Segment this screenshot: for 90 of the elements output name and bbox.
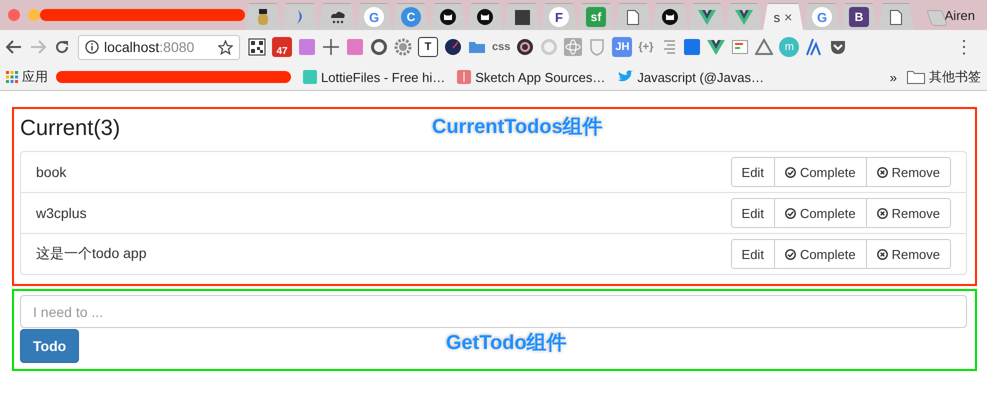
letter-icon: G [364,7,384,27]
bookmark-link[interactable]: Sketch App Sources… [475,70,606,84]
todo-text: 这是一个todo app [36,245,146,263]
note-icon[interactable] [731,38,750,56]
text-icon[interactable]: css [492,37,510,57]
browser-tab[interactable] [319,3,355,30]
v-shape-icon [698,10,716,24]
bookmark-link[interactable]: LottieFiles - Free hi… [321,70,446,84]
browser-tab[interactable] [726,3,762,30]
letter-icon: F [549,7,569,27]
star-icon[interactable] [218,40,233,54]
action-button[interactable]: Complete [774,198,867,228]
browser-tab[interactable] [245,3,281,30]
action-button[interactable]: Remove [866,239,951,269]
letter-icon: C [401,7,421,27]
pocket-icon[interactable] [829,38,848,56]
check-circle-icon [784,248,796,260]
todo-text: w3cplus [36,205,87,221]
todo-text: book [36,164,66,180]
todo-input[interactable]: I need to ... [20,295,967,328]
back-icon[interactable] [6,40,22,54]
action-button[interactable]: Edit [730,157,775,187]
check-circle-icon [784,166,796,178]
tab-title: s [774,10,780,24]
cat-circle-icon [477,9,493,25]
folder-icon [907,70,925,84]
close-tab-button[interactable]: × [784,9,792,25]
v-shape-icon[interactable] [707,38,726,56]
move-cross-icon[interactable] [322,38,340,56]
cat-circle-icon [440,9,456,25]
bird-icon [617,70,634,84]
browser-tab[interactable] [878,3,914,30]
info-icon [85,40,99,54]
document-icon [627,10,639,24]
bookmark-link[interactable]: Javascript (@Javas… [637,70,764,84]
apps-grid-icon [6,71,18,83]
qr-code-icon[interactable] [248,38,266,56]
lens-icon[interactable] [516,38,534,56]
mail-badge-icon[interactable]: 47 [272,37,292,57]
action-button[interactable]: Edit [730,198,775,228]
browser-tab[interactable] [615,3,651,30]
check-circle-icon [784,208,796,218]
document-icon [890,10,902,24]
figure-icon [257,9,269,25]
menu-button[interactable]: ⋮ [955,36,973,58]
gauge-icon[interactable] [444,38,462,56]
gradient-square-icon[interactable] [298,38,316,56]
action-button[interactable]: Edit [730,239,775,269]
browser-tab[interactable]: F [541,3,577,30]
gradient-square-icon[interactable] [683,38,702,56]
address-bar[interactable]: localhost:8080 [78,34,240,60]
profile-name[interactable]: Airen [944,8,975,22]
letter-icon[interactable]: T [418,37,438,57]
browser-tab[interactable]: B [841,3,877,30]
letter-icon: B [849,7,869,27]
action-button[interactable]: Remove [866,157,951,187]
triangle-icon[interactable] [755,38,774,56]
bookmark-label: 应用 [22,68,48,86]
todo-button[interactable]: Todo [20,329,80,363]
letter-icon: sf [586,7,606,27]
reload-icon[interactable] [54,39,70,55]
gear-icon[interactable] [394,38,412,56]
lottie-icon [303,70,317,84]
action-button[interactable]: Complete [774,157,867,187]
cat-circle-icon [662,9,678,25]
close-circle-icon [876,248,888,260]
sketch-icon [457,70,472,84]
browser-tab[interactable] [652,3,688,30]
more-bookmarks-button[interactable]: » [890,70,897,84]
list-heading: Current(3) [20,114,120,142]
close-circle-icon [876,208,888,218]
cloud-icon [328,9,346,25]
browser-tab[interactable] [467,3,503,30]
letter-icon: G [812,7,832,27]
v-shape-icon [735,10,753,24]
ring-icon[interactable] [370,38,388,56]
browser-tab[interactable] [689,3,725,30]
annotation-label: GetTodo组件 [446,331,567,356]
browser-tab[interactable]: s × [763,3,803,30]
close-circle-icon [876,166,888,178]
browser-tab[interactable]: G [804,3,840,30]
apps-bookmark[interactable]: 应用 [6,68,48,86]
browser-tab[interactable]: G [356,3,392,30]
action-button[interactable]: Complete [774,239,867,269]
browser-tab[interactable] [504,3,540,30]
browser-tab[interactable] [430,3,466,30]
bookmark-folder[interactable]: 其他书签 [929,68,981,86]
lines-icon[interactable] [805,38,824,56]
action-button[interactable]: Remove [866,198,951,228]
annotation-label: CurrentTodos组件 [432,115,603,140]
